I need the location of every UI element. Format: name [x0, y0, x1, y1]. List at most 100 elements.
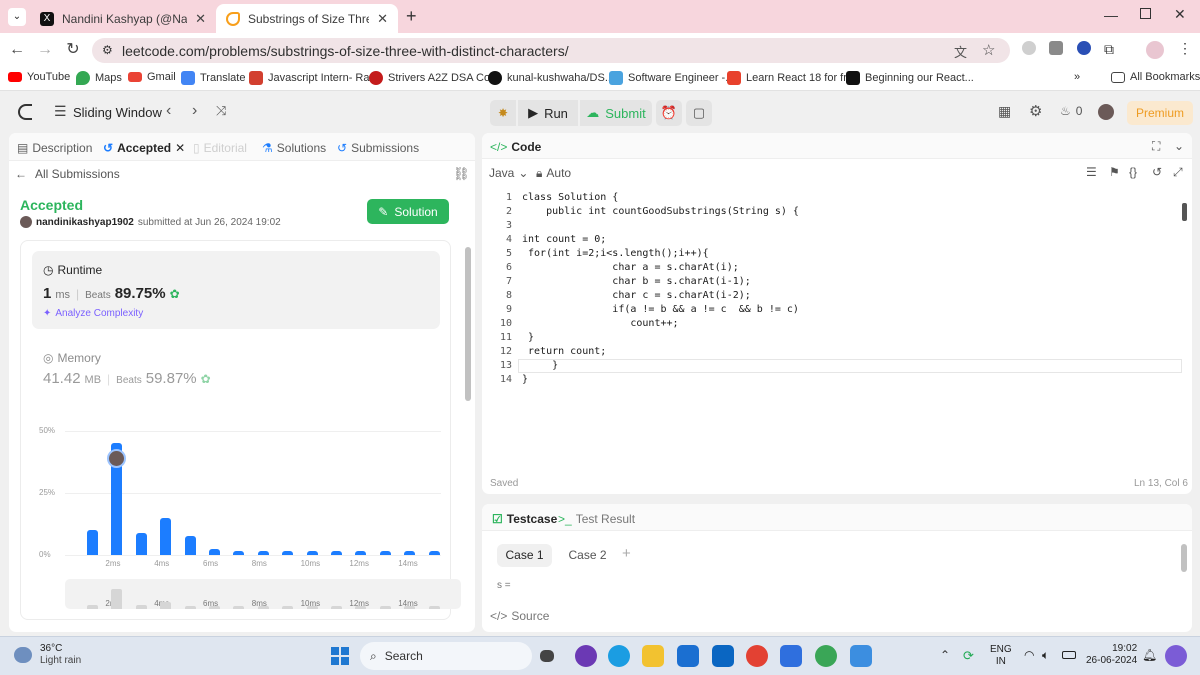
menu-dots-icon[interactable]: ⋮ [1178, 40, 1192, 57]
chrome-icon[interactable] [746, 645, 768, 667]
bookmark-translate[interactable]: Translate [181, 71, 245, 85]
submit-button[interactable]: ☁ Submit [580, 100, 652, 126]
weather-widget[interactable]: 36°C Light rain [14, 643, 81, 667]
format-icon[interactable]: ☰ [1086, 165, 1097, 179]
timer-icon[interactable]: ⏰ [656, 100, 682, 126]
leetcode-logo-icon[interactable] [18, 104, 32, 120]
browser-tab-active[interactable]: Substrings of Size Three with Di ✕ [216, 4, 398, 33]
taskbar-search[interactable]: ⌕ Search [360, 642, 532, 670]
code-line[interactable]: char c = s.charAt(i-2); [522, 289, 750, 303]
solution-button[interactable]: ✎ Solution [367, 199, 449, 224]
bookmark-gmail[interactable]: Gmail [128, 71, 176, 83]
code-line[interactable]: return count; [522, 345, 606, 359]
tab-accepted[interactable]: ↺ Accepted ✕ [103, 141, 185, 155]
back-arrow-icon[interactable]: ← [7, 40, 27, 60]
extension-puzzle-icon[interactable]: ⧉ [1104, 41, 1114, 58]
braces-icon[interactable]: {} [1129, 165, 1137, 179]
restore-icon[interactable] [1140, 8, 1151, 19]
tab-description[interactable]: ▤ Description [17, 141, 92, 155]
chart-bar[interactable] [379, 551, 391, 555]
code-line[interactable]: int count = 0; [522, 233, 606, 247]
photos-icon[interactable] [850, 645, 872, 667]
case-2-tab[interactable]: Case 2 [560, 544, 615, 567]
extension-icon[interactable] [1049, 41, 1063, 55]
chart-bar[interactable] [257, 551, 269, 555]
translate-icon[interactable]: 文 [954, 42, 967, 61]
close-icon[interactable]: ✕ [377, 11, 388, 27]
tray-app-icon[interactable]: ⟳ [963, 648, 974, 664]
layout-icon[interactable]: ▦ [998, 103, 1011, 120]
mode-toggle[interactable]: 🔒︎ Auto [536, 166, 571, 181]
chart-bar[interactable] [355, 551, 367, 555]
todo-icon[interactable] [780, 645, 802, 667]
tab-editorial[interactable]: ▯ Editorial [193, 141, 247, 155]
site-info-icon[interactable]: ⚙ [102, 43, 113, 57]
bookmark-youtube[interactable]: YouTube [8, 71, 70, 83]
tab-solutions[interactable]: ⚗ Solutions [262, 141, 326, 155]
runtime-box[interactable]: ◷ Runtime 1 ms | Beats 89.75% ✿ ✦ Analyze … [32, 251, 440, 329]
add-case-icon[interactable]: + [622, 545, 631, 562]
chart-bar[interactable] [428, 551, 440, 555]
notification-bell-icon[interactable]: 🔔︎ [1142, 648, 1157, 662]
edge-icon[interactable] [608, 645, 630, 667]
language-select[interactable]: Java ⌄ [489, 166, 528, 180]
code-line[interactable]: for(int i=2;i<s.length();i++){ [522, 247, 709, 261]
chart-bar[interactable] [209, 548, 220, 555]
tab-search-icon[interactable]: ⌄ [8, 8, 26, 26]
run-button[interactable]: ▶ Run [518, 100, 578, 126]
bookmark-maps[interactable]: Maps [76, 71, 122, 85]
bookmark-star-icon[interactable]: ☆ [982, 41, 995, 59]
windows-start-icon[interactable] [331, 647, 349, 665]
premium-button[interactable]: Premium [1127, 101, 1193, 125]
address-bar[interactable]: ⚙ leetcode.com/problems/substrings-of-si… [92, 38, 1010, 63]
prev-problem-icon[interactable]: ‹ [166, 102, 171, 120]
chart-bar[interactable] [87, 530, 98, 555]
close-icon[interactable]: ✕ [195, 11, 206, 27]
minimize-icon[interactable]: — [1104, 7, 1118, 23]
code-line[interactable]: class Solution { [522, 191, 618, 205]
code-line[interactable]: } [522, 373, 528, 387]
chart-bar[interactable] [233, 551, 245, 555]
bookmark-github[interactable]: kunal-kushwaha/DS... [488, 71, 614, 85]
chart-bar[interactable] [184, 536, 196, 555]
username[interactable]: nandinikashyap1902 [36, 217, 134, 228]
linkedin-icon[interactable] [712, 645, 734, 667]
chart-bar[interactable] [282, 551, 294, 555]
file-explorer-icon[interactable] [642, 645, 664, 667]
problem-list-icon[interactable]: ☰ [54, 103, 67, 120]
code-line[interactable]: char a = s.charAt(i); [522, 261, 738, 275]
reload-icon[interactable]: ↻ [63, 40, 83, 60]
code-area[interactable]: 1 class Solution {2 public int countGoodS… [482, 191, 1182, 391]
reset-icon[interactable]: ↺ [1152, 165, 1162, 179]
all-bookmarks[interactable]: All Bookmarks [1111, 71, 1200, 83]
close-icon[interactable]: ✕ [175, 141, 185, 155]
tray-chevron-icon[interactable]: ⌃ [940, 648, 950, 662]
problem-list-title[interactable]: Sliding Window [73, 105, 162, 120]
tab-submissions[interactable]: ↺ Submissions [337, 141, 419, 155]
bookmark-software[interactable]: Software Engineer -... [609, 71, 734, 85]
back-to-submissions[interactable]: ← All Submissions [15, 167, 120, 181]
settings-gear-icon[interactable]: ⚙ [1029, 102, 1042, 120]
code-line[interactable]: if(a != b && a != c && b != c) [522, 303, 799, 317]
share-link-icon[interactable]: ⛓ [453, 166, 470, 182]
task-view-icon[interactable] [540, 650, 554, 662]
source-toggle[interactable]: </> Source [490, 609, 549, 623]
close-window-icon[interactable]: ✕ [1174, 6, 1186, 23]
code-line[interactable]: public int countGoodSubstrings(String s)… [522, 205, 799, 219]
bookmark-javascript[interactable]: Javascript Intern- Ra... [249, 71, 379, 85]
code-line[interactable]: } [522, 331, 534, 345]
chart-bar[interactable] [135, 532, 147, 555]
code-line[interactable]: char b = s.charAt(i-1); [522, 275, 750, 289]
chart-bar[interactable] [306, 551, 318, 555]
analyze-complexity-link[interactable]: ✦ Analyze Complexity [43, 308, 143, 319]
battery-icon[interactable] [1062, 651, 1076, 659]
chart-bar[interactable] [331, 551, 342, 555]
clock[interactable]: 19:02 26-06-2024 [1086, 643, 1137, 667]
editor-scrollbar[interactable] [1182, 203, 1187, 221]
fullscreen-icon[interactable]: ⛶ [1152, 139, 1160, 154]
more-bookmarks-icon[interactable]: » [1074, 71, 1080, 83]
shuffle-icon[interactable]: ⤨ [216, 103, 226, 119]
language-indicator[interactable]: ENG IN [990, 644, 1012, 668]
chart-bar[interactable] [160, 517, 172, 555]
bookmark-strivers[interactable]: Strivers A2Z DSA Co... [369, 71, 499, 85]
